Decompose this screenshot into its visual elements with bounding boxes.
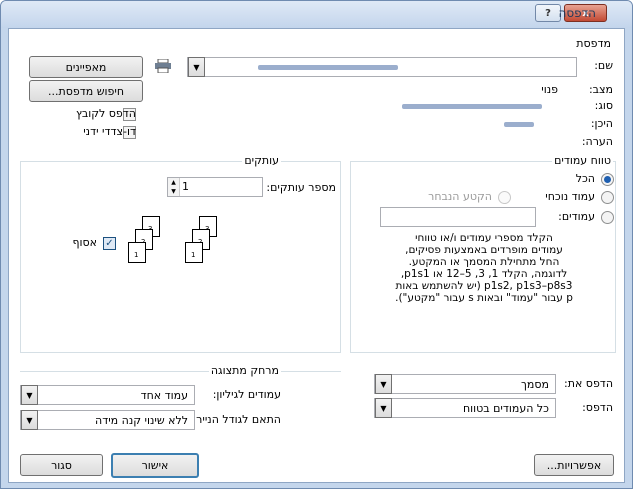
- pages-input[interactable]: [380, 207, 536, 227]
- printer-status-label: מצב:: [588, 83, 613, 96]
- print-what-label: הדפס את:: [564, 377, 613, 390]
- copies-spinner[interactable]: ▲ ▼: [168, 178, 180, 196]
- dialog-body: מדפסת שם: ▼ מאפיינים מצב: פנוי חיפוש מדפ…: [8, 28, 625, 483]
- print-select[interactable]: ▼ כל העמודים בטווח: [374, 398, 556, 418]
- print-label: הדפס:: [582, 401, 613, 414]
- current-page-radio[interactable]: [601, 191, 614, 204]
- printer-type-label: סוג:: [594, 99, 613, 112]
- collate-page-1b: 1: [185, 242, 203, 263]
- collate-label: אסוף: [72, 236, 97, 249]
- printer-group-label: מדפסת: [574, 37, 613, 50]
- options-button[interactable]: אפשרויות...: [534, 454, 614, 476]
- ok-button[interactable]: אישור: [111, 453, 199, 478]
- all-pages-label: הכל: [575, 172, 595, 185]
- chevron-down-icon[interactable]: ▼: [375, 374, 392, 394]
- help-button[interactable]: ?: [535, 4, 561, 22]
- chevron-down-icon[interactable]: ▼: [188, 57, 205, 77]
- copies-label: עותקים: [242, 154, 281, 167]
- print-dialog: x ? הדפסה מדפסת שם: ▼ מאפיינים מצב: פנוי…: [0, 0, 633, 489]
- pages-radio[interactable]: [601, 211, 614, 224]
- printer-comment-label: הערה:: [581, 135, 613, 148]
- copies-count-label: מספר עותקים:: [266, 181, 336, 194]
- pages-per-sheet-label: עמודים לגיליון:: [212, 388, 281, 401]
- scale-select[interactable]: ▼ ללא שינוי קנה מידה: [20, 410, 195, 430]
- printer-name-select[interactable]: ▼: [187, 57, 577, 77]
- printer-name-value: [258, 65, 398, 70]
- all-pages-radio[interactable]: [601, 173, 614, 186]
- manual-duplex-label: דו-צדדי ידני: [83, 125, 136, 138]
- printer-location-label: היכן:: [590, 117, 613, 130]
- close-dialog-button[interactable]: סגור: [20, 454, 103, 476]
- page-range-help: הקלד מספרי עמודים ו/או טווחי עמודים מופר…: [395, 232, 573, 304]
- help-icon: ?: [545, 7, 551, 19]
- zoom-label: מרחק מתצוגה: [208, 364, 281, 377]
- current-page-label: עמוד נוכחי: [545, 190, 595, 203]
- printer-location-value: [504, 122, 534, 127]
- title-bar: x ? הדפסה: [1, 1, 632, 28]
- collate-checkbox[interactable]: ✓: [103, 237, 116, 250]
- chevron-down-icon[interactable]: ▼: [21, 385, 38, 405]
- scale-label: התאם לגודל הנייר:: [192, 413, 281, 426]
- printer-status-value: פנוי: [541, 83, 558, 96]
- chevron-down-icon[interactable]: ▼: [21, 410, 38, 430]
- printer-name-label: שם:: [594, 59, 613, 72]
- copies-count-input[interactable]: 1 ▲ ▼: [167, 177, 263, 197]
- print-what-select[interactable]: ▼ מסמך: [374, 374, 556, 394]
- selection-label: הקטע הנבחר: [428, 190, 492, 203]
- pages-label: עמודים:: [558, 210, 595, 223]
- chevron-down-icon[interactable]: ▼: [375, 398, 392, 418]
- properties-button[interactable]: מאפיינים: [29, 56, 143, 78]
- pages-per-sheet-select[interactable]: ▼ עמוד אחד: [20, 385, 195, 405]
- print-to-file-label: הדפס לקובץ: [75, 107, 136, 120]
- printer-type-value: [402, 104, 542, 109]
- window-title: הדפסה: [558, 6, 596, 20]
- collate-page-1: 1: [128, 242, 146, 263]
- page-range-label: טווח עמודים: [552, 154, 613, 167]
- printer-icon: [153, 58, 171, 74]
- find-printer-button[interactable]: חיפוש מדפסת...: [29, 80, 143, 102]
- selection-radio[interactable]: [498, 191, 511, 204]
